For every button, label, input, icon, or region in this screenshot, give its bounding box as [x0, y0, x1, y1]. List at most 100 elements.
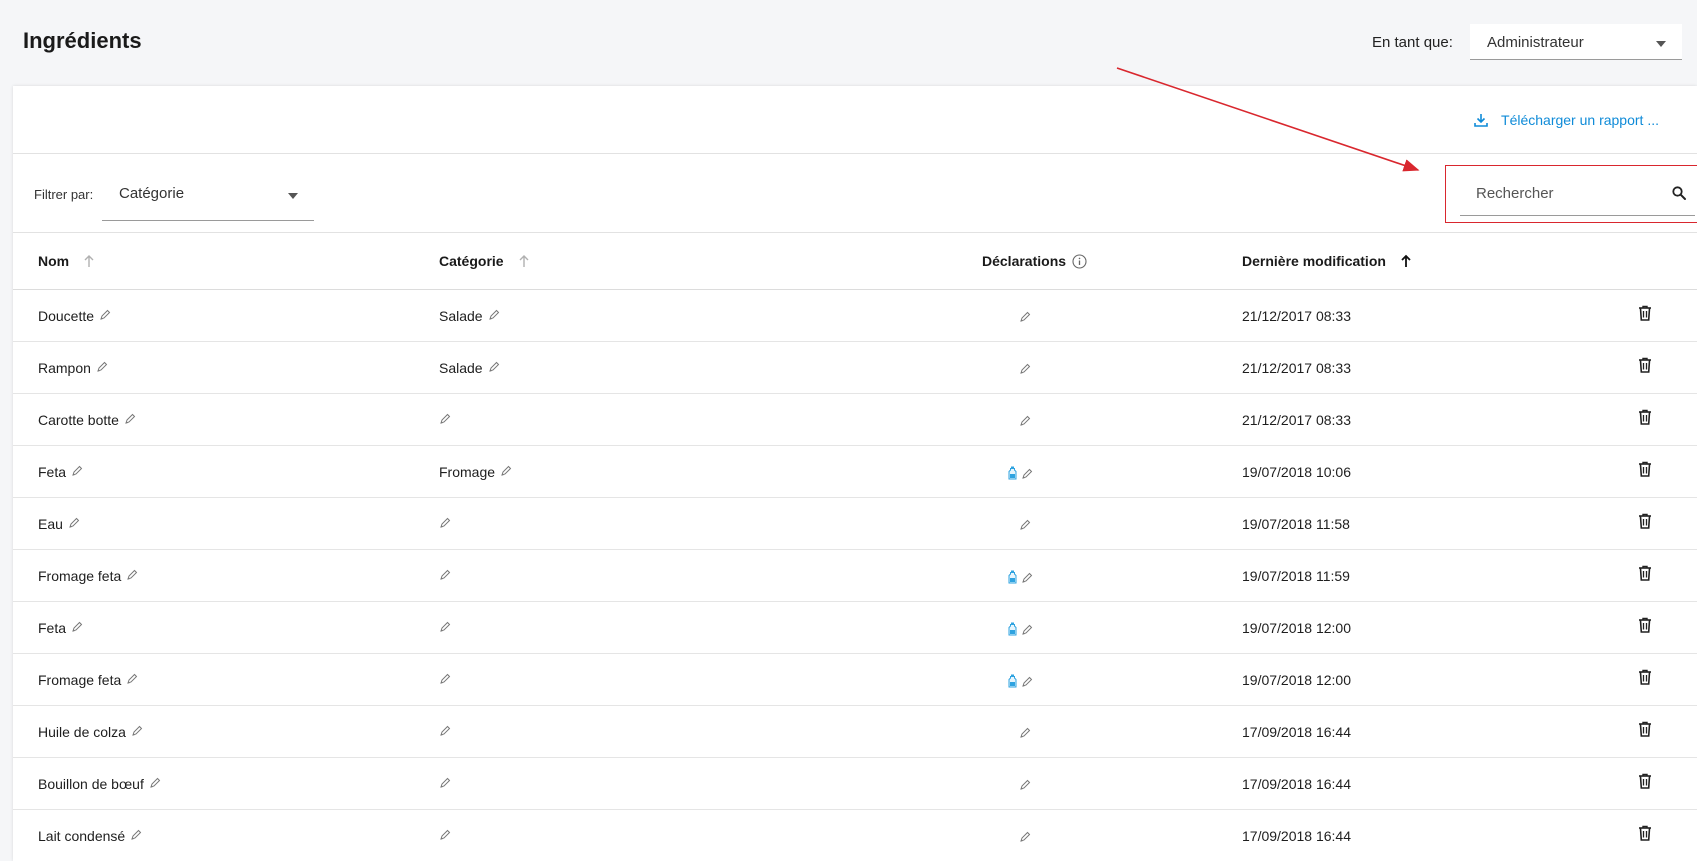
edit-pencil-icon[interactable]	[439, 672, 451, 688]
table-row[interactable]: Lait condensé 17/09/2018 16:44	[13, 810, 1697, 861]
column-header-category[interactable]: Catégorie	[439, 253, 530, 269]
edit-pencil-icon[interactable]	[439, 776, 451, 792]
bottle-icon	[1008, 570, 1017, 587]
row-category-cell: Salade	[439, 308, 500, 324]
row-name: Fromage feta	[38, 568, 122, 584]
table-row[interactable]: Bouillon de bœuf 17/09/2018 16:44	[13, 758, 1697, 810]
page-title: Ingrédients	[23, 28, 142, 53]
edit-pencil-icon[interactable]	[1021, 467, 1033, 483]
edit-pencil-icon[interactable]	[439, 620, 451, 636]
search-highlight-box	[1445, 165, 1697, 223]
delete-trash-icon[interactable]	[1638, 409, 1652, 425]
edit-pencil-icon[interactable]	[488, 308, 500, 324]
edit-pencil-icon[interactable]	[1019, 778, 1031, 794]
row-name: Lait condensé	[38, 828, 126, 844]
table-row[interactable]: Feta 19/07/2018 12:00	[13, 602, 1697, 654]
column-header-name[interactable]: Nom	[38, 253, 95, 269]
edit-pencil-icon[interactable]	[439, 828, 451, 844]
edit-pencil-icon[interactable]	[1021, 571, 1033, 587]
row-name: Doucette	[38, 308, 95, 324]
edit-pencil-icon[interactable]	[439, 516, 451, 532]
delete-trash-icon[interactable]	[1638, 825, 1652, 841]
table-row[interactable]: Fromage feta 19/07/2018 12:00	[13, 654, 1697, 706]
column-header-declarations-label: Déclarations	[982, 253, 1067, 269]
edit-pencil-icon[interactable]	[1019, 414, 1031, 430]
edit-pencil-icon[interactable]	[1021, 623, 1033, 639]
table-row[interactable]: Huile de colza 17/09/2018 16:44	[13, 706, 1697, 758]
edit-pencil-icon[interactable]	[1019, 310, 1031, 326]
edit-pencil-icon[interactable]	[439, 724, 451, 740]
row-declarations-cell	[1008, 674, 1033, 691]
filter-select[interactable]: Catégorie	[102, 169, 314, 221]
delete-trash-icon[interactable]	[1638, 617, 1652, 633]
table-row[interactable]: Doucette Salade 21/12/2017 08:33	[13, 290, 1697, 342]
edit-pencil-icon[interactable]	[96, 360, 108, 376]
edit-pencil-icon[interactable]	[130, 828, 142, 844]
row-modified-date: 17/09/2018 16:44	[1242, 776, 1351, 792]
edit-pencil-icon[interactable]	[1021, 675, 1033, 691]
edit-pencil-icon[interactable]	[500, 464, 512, 480]
delete-trash-icon[interactable]	[1638, 357, 1652, 373]
row-name: Eau	[38, 516, 63, 532]
edit-pencil-icon[interactable]	[1019, 362, 1031, 378]
edit-pencil-icon[interactable]	[1019, 830, 1031, 846]
edit-pencil-icon[interactable]	[126, 672, 138, 688]
row-category-cell	[439, 516, 451, 532]
table-row[interactable]: Carotte botte 21/12/2017 08:33	[13, 394, 1697, 446]
edit-pencil-icon[interactable]	[149, 776, 161, 792]
edit-pencil-icon[interactable]	[99, 308, 111, 324]
delete-trash-icon[interactable]	[1638, 461, 1652, 477]
edit-pencil-icon[interactable]	[439, 568, 451, 584]
info-icon[interactable]	[1072, 253, 1087, 269]
search-icon[interactable]	[1671, 185, 1687, 201]
row-declarations-cell	[1019, 362, 1031, 378]
row-name: Carotte botte	[38, 412, 119, 428]
edit-pencil-icon[interactable]	[1019, 518, 1031, 534]
delete-trash-icon[interactable]	[1638, 669, 1652, 685]
row-name-cell: Eau	[38, 516, 80, 532]
edit-pencil-icon[interactable]	[124, 412, 136, 428]
table-row[interactable]: Fromage feta 19/07/2018 11:59	[13, 550, 1697, 602]
edit-pencil-icon[interactable]	[71, 464, 83, 480]
column-header-modified[interactable]: Dernière modification	[1242, 253, 1412, 269]
bottle-icon	[1008, 466, 1017, 483]
row-category-cell	[439, 412, 451, 428]
edit-pencil-icon[interactable]	[71, 620, 83, 636]
row-declarations-cell	[1019, 518, 1031, 534]
row-category-cell	[439, 568, 451, 584]
role-label: En tant que:	[1372, 34, 1453, 51]
row-name: Feta	[38, 620, 67, 636]
row-category-cell	[439, 828, 451, 844]
role-select[interactable]: Administrateur	[1470, 24, 1682, 60]
row-category-cell: Salade	[439, 360, 500, 376]
edit-pencil-icon[interactable]	[488, 360, 500, 376]
table-row[interactable]: Eau 19/07/2018 11:58	[13, 498, 1697, 550]
column-header-modified-label: Dernière modification	[1242, 253, 1386, 269]
row-declarations-cell	[1019, 414, 1031, 430]
edit-pencil-icon[interactable]	[126, 568, 138, 584]
column-header-category-label: Catégorie	[439, 253, 504, 269]
delete-trash-icon[interactable]	[1638, 513, 1652, 529]
sort-arrow-icon[interactable]	[1400, 254, 1412, 268]
sort-arrow-icon[interactable]	[518, 254, 530, 268]
row-name: Bouillon de bœuf	[38, 776, 144, 792]
row-declarations-cell	[1019, 830, 1031, 846]
row-modified-date: 17/09/2018 16:44	[1242, 828, 1351, 844]
delete-trash-icon[interactable]	[1638, 721, 1652, 737]
delete-trash-icon[interactable]	[1638, 305, 1652, 321]
download-report-link[interactable]: Télécharger un rapport ...	[1473, 112, 1659, 128]
table-row[interactable]: Rampon Salade 21/12/2017 08:33	[13, 342, 1697, 394]
row-modified-date: 21/12/2017 08:33	[1242, 412, 1351, 428]
edit-pencil-icon[interactable]	[1019, 726, 1031, 742]
row-name-cell: Fromage feta	[38, 672, 138, 688]
table-row[interactable]: Feta Fromage 19/07/2018 10:06	[13, 446, 1697, 498]
edit-pencil-icon[interactable]	[131, 724, 143, 740]
delete-trash-icon[interactable]	[1638, 773, 1652, 789]
edit-pencil-icon[interactable]	[68, 516, 80, 532]
delete-trash-icon[interactable]	[1638, 565, 1652, 581]
search-input[interactable]	[1460, 171, 1695, 216]
download-report-label: Télécharger un rapport ...	[1501, 112, 1659, 128]
edit-pencil-icon[interactable]	[439, 412, 451, 428]
sort-arrow-icon[interactable]	[83, 254, 95, 268]
row-name-cell: Huile de colza	[38, 724, 143, 740]
